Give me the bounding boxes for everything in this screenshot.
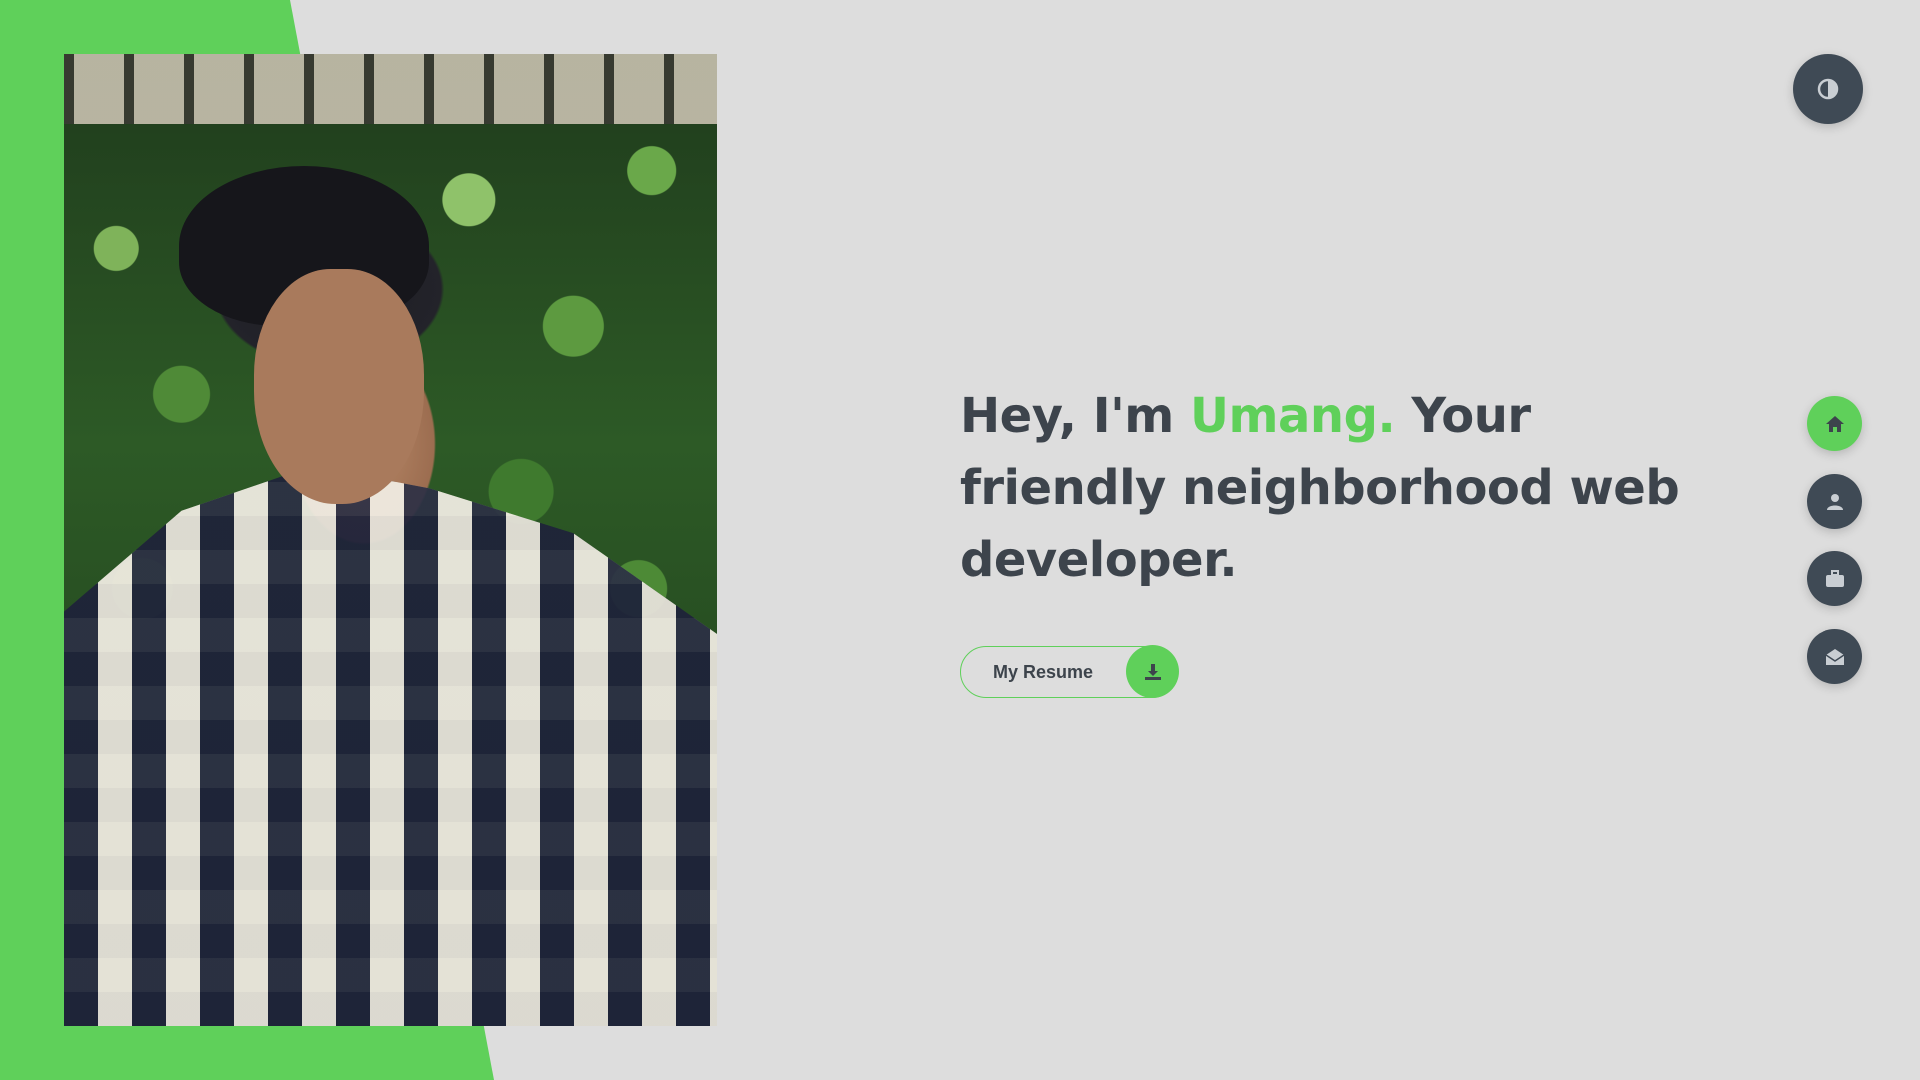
theme-toggle-button[interactable] — [1793, 54, 1863, 124]
resume-button-label: My Resume — [993, 661, 1094, 682]
railing — [64, 54, 717, 124]
nav-contact-button[interactable] — [1807, 629, 1862, 684]
nav-about-button[interactable] — [1807, 474, 1862, 529]
envelope-open-icon — [1825, 648, 1844, 665]
hero-name: Umang. — [1190, 388, 1396, 444]
nav-home-button[interactable] — [1807, 396, 1862, 451]
download-icon — [1126, 645, 1179, 698]
hero-greeting: Hey, I'm — [960, 388, 1174, 444]
nav-portfolio-button[interactable] — [1807, 551, 1862, 606]
resume-button[interactable]: My Resume — [960, 645, 1179, 698]
contrast-icon — [1817, 78, 1839, 100]
hero-headline: Hey, I'm Umang. Your friendly neighborho… — [960, 380, 1680, 596]
profile-photo — [64, 54, 717, 1026]
briefcase-icon — [1825, 569, 1844, 587]
face — [254, 269, 424, 504]
user-icon — [1826, 493, 1843, 510]
home-icon — [1825, 415, 1844, 432]
